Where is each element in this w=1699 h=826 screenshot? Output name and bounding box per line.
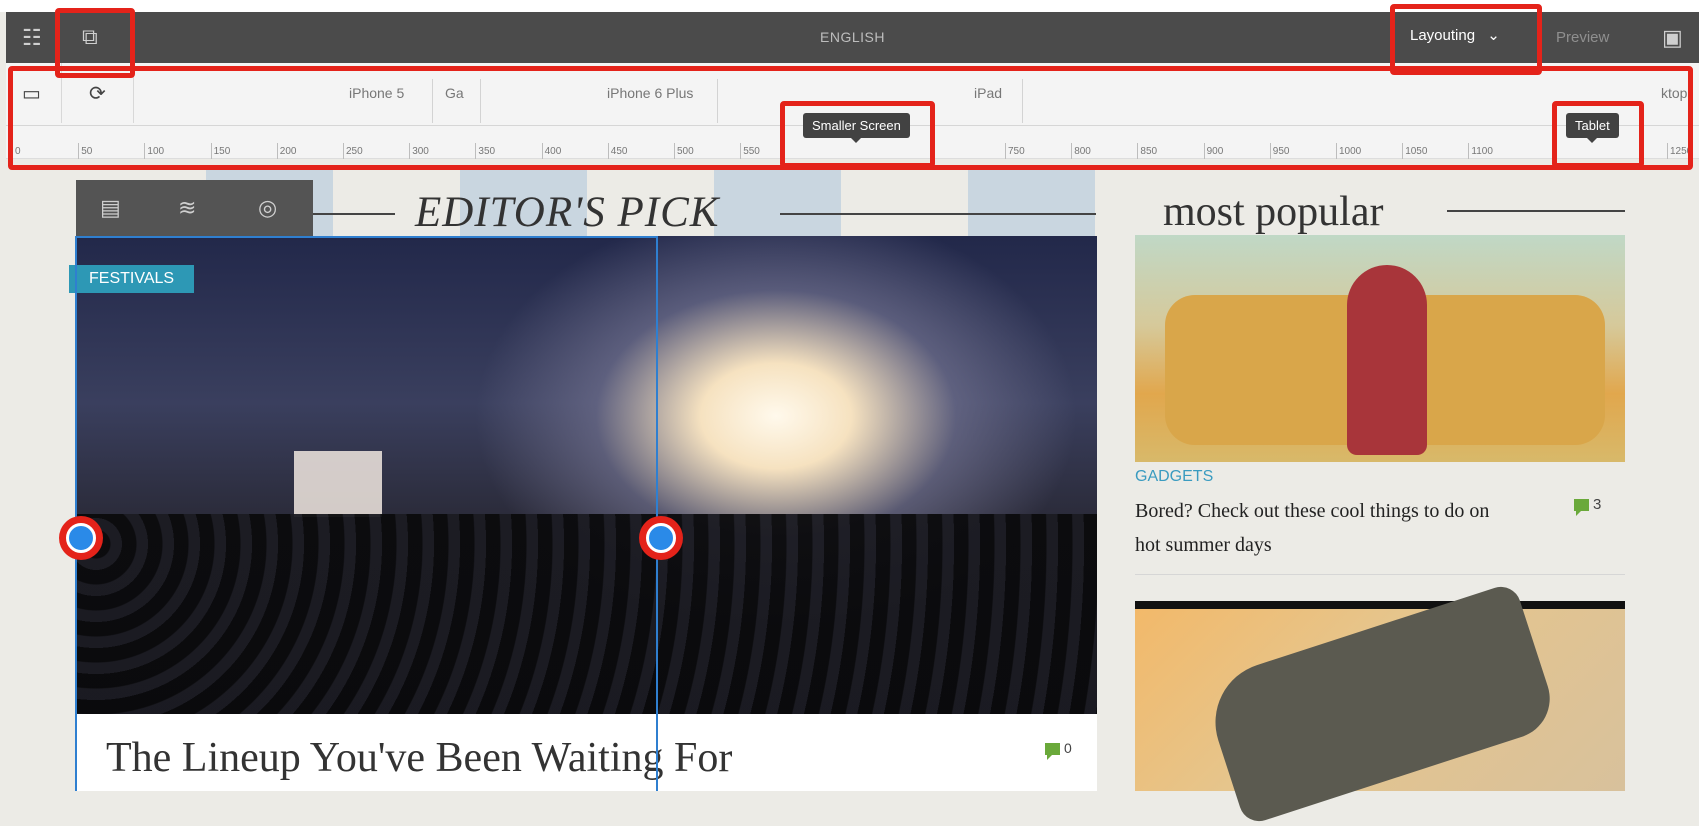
- annotation-highlight: [1552, 101, 1644, 168]
- popular-article-image[interactable]: [1135, 235, 1625, 462]
- popular-comment-count: 3: [1574, 496, 1602, 517]
- resize-handle-left[interactable]: [66, 523, 96, 553]
- component-toolbar: ▤ ≋ ◎: [76, 180, 313, 236]
- comment-count-value: 0: [1064, 740, 1072, 756]
- heading-rule: [313, 213, 395, 215]
- comment-icon: [1574, 499, 1589, 517]
- selection-frame: [75, 236, 658, 791]
- hide-component-icon[interactable]: ◎: [258, 197, 277, 219]
- layout-icon[interactable]: ▤: [100, 197, 121, 219]
- popular-title[interactable]: Bored? Check out these cool things to do…: [1135, 494, 1515, 562]
- resize-handle-right[interactable]: [646, 523, 676, 553]
- annotation-highlight: [780, 101, 935, 168]
- most-popular-heading: most popular: [1163, 189, 1384, 235]
- comment-count: 0: [1045, 740, 1072, 761]
- editors-pick-heading: EDITOR'S PICK: [415, 189, 720, 236]
- popular-category[interactable]: GADGETS: [1135, 468, 1213, 486]
- item-divider: [1135, 574, 1625, 575]
- parent-icon[interactable]: ≋: [178, 197, 196, 219]
- spaceship-shape: [1199, 581, 1561, 826]
- secondary-article-image[interactable]: [1135, 581, 1625, 826]
- person-shape: [1347, 265, 1427, 455]
- preview-button[interactable]: Preview: [1556, 29, 1609, 46]
- comment-icon: [1045, 743, 1060, 761]
- popular-comment-value: 3: [1593, 496, 1602, 513]
- heading-rule: [780, 213, 1096, 215]
- annotation-highlight: [1390, 4, 1542, 75]
- annotations-icon[interactable]: ▣: [1662, 27, 1683, 49]
- heading-rule: [1447, 210, 1625, 212]
